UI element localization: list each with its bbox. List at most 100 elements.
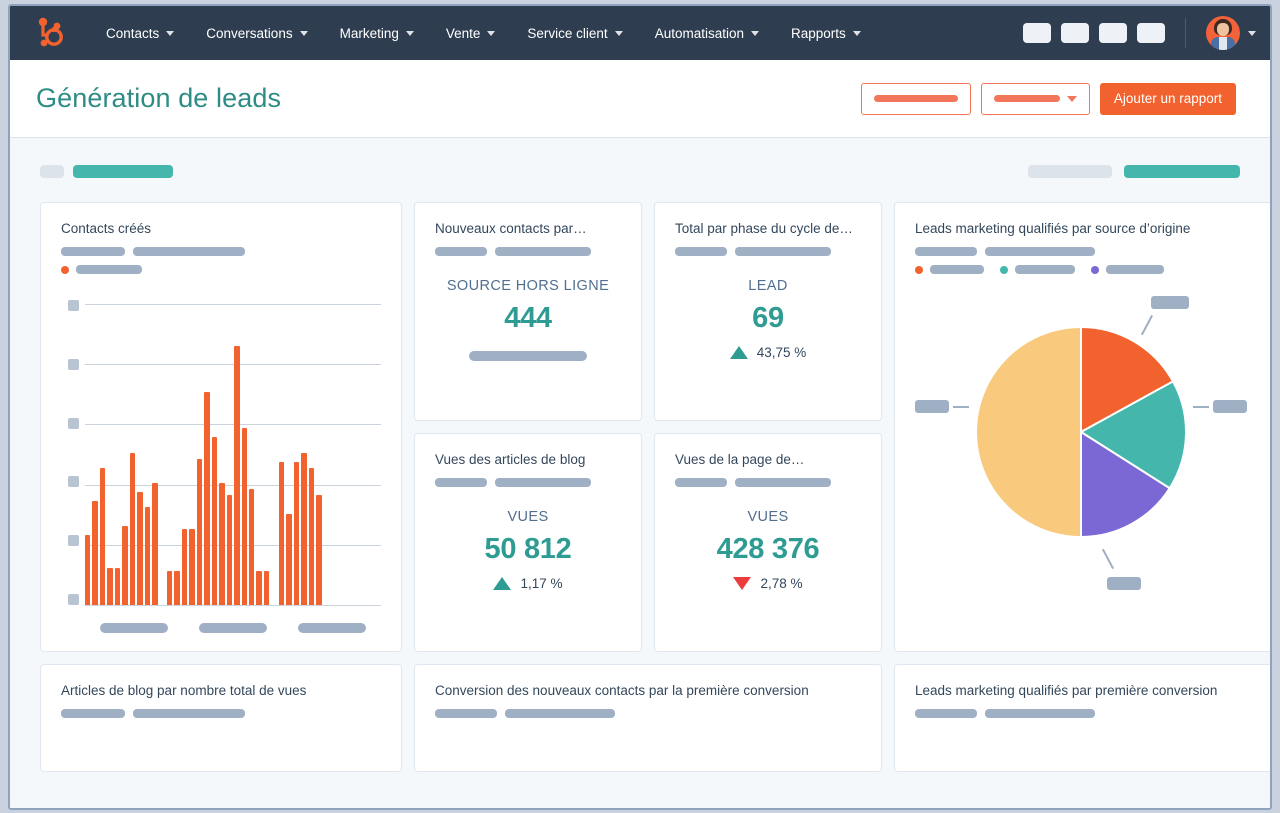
legend-dot-icon (1000, 265, 1008, 274)
bar[interactable] (189, 528, 195, 605)
bar[interactable] (137, 492, 143, 605)
nav-item-conversations[interactable]: Conversations (190, 18, 323, 49)
bar-series (85, 300, 381, 605)
nav-action-icon-4[interactable] (1137, 23, 1165, 43)
card-subtitle-placeholder (435, 709, 861, 718)
bar[interactable] (241, 428, 247, 605)
bar[interactable] (256, 571, 262, 605)
card-page-views: Vues de la page de… VUES 428 376 2,78 % (654, 433, 882, 652)
bar[interactable] (301, 452, 307, 605)
nav-item-automatisation[interactable]: Automatisation (639, 18, 775, 49)
chevron-down-icon (614, 30, 623, 36)
bar[interactable] (278, 461, 285, 605)
avatar[interactable] (1206, 16, 1240, 50)
bar[interactable] (144, 507, 151, 605)
card-title: Total par phase du cycle de… (675, 221, 853, 236)
nav-item-service-client[interactable]: Service client (511, 18, 638, 49)
nav-item-rapports[interactable]: Rapports (775, 18, 877, 49)
chevron-down-icon (1248, 30, 1256, 36)
bar[interactable] (263, 571, 270, 605)
kpi-value: 50 812 (484, 533, 572, 565)
y-tick (67, 593, 79, 605)
card-blog-views: Vues des articles de blog VUES 50 812 1,… (414, 433, 642, 652)
bar[interactable] (122, 525, 128, 605)
bar[interactable] (166, 571, 173, 605)
card-title: Conversion des nouveaux contacts par la … (435, 683, 809, 698)
triangle-up-icon (493, 577, 512, 590)
x-label-placeholder (198, 623, 267, 633)
pie-chart (915, 282, 1255, 612)
card-conversion-first: Conversion des nouveaux contacts par la … (414, 664, 882, 772)
bar[interactable] (226, 495, 233, 605)
bar[interactable] (92, 501, 98, 605)
bar[interactable] (211, 437, 218, 605)
placeholder-bar (61, 709, 125, 718)
filter-chip-inactive[interactable] (40, 164, 64, 178)
bar[interactable] (248, 489, 255, 605)
kpi-delta: 1,17 % (435, 576, 621, 591)
nav-action-icon-2[interactable] (1061, 23, 1089, 43)
bar[interactable] (152, 483, 158, 605)
pie-slice[interactable] (975, 325, 1082, 539)
nav-item-label: Rapports (791, 25, 846, 41)
kpi-label: LEAD (748, 278, 788, 294)
bar[interactable] (204, 391, 210, 605)
bar[interactable] (174, 571, 180, 605)
bar[interactable] (196, 458, 203, 605)
nav-action-icon-1[interactable] (1023, 23, 1051, 43)
bar[interactable] (181, 528, 188, 605)
nav-item-marketing[interactable]: Marketing (324, 18, 430, 49)
bar[interactable] (99, 467, 106, 605)
button-label-placeholder (993, 95, 1060, 102)
bar[interactable] (293, 461, 300, 605)
card-subtitle-placeholder (915, 247, 1255, 256)
filter-chip-active[interactable] (73, 164, 173, 178)
nav-item-label: Conversations (206, 25, 293, 41)
nav-item-label: Service client (527, 25, 608, 41)
hubspot-sprocket-logo-icon[interactable] (32, 16, 68, 50)
chevron-down-icon (405, 30, 414, 36)
button-label-placeholder (873, 95, 958, 102)
bar[interactable] (219, 483, 225, 605)
pie-callout-label (915, 400, 949, 413)
legend-item[interactable] (61, 265, 142, 274)
bar[interactable] (316, 495, 322, 605)
bar[interactable] (286, 513, 292, 605)
nav-item-vente[interactable]: Vente (430, 18, 512, 49)
card-title: Leads marketing qualifiés par première c… (915, 683, 1218, 698)
placeholder-bar (133, 709, 245, 718)
filter-bar (40, 160, 1240, 182)
card-title: Vues des articles de blog (435, 452, 586, 467)
bar[interactable] (129, 452, 136, 605)
chevron-down-icon (1066, 95, 1077, 102)
bar[interactable] (114, 568, 121, 605)
header-actions: Ajouter un rapport (860, 82, 1236, 115)
y-tick (67, 417, 79, 429)
bar-chart (61, 298, 381, 633)
secondary-action-button[interactable] (860, 82, 971, 115)
legend-item[interactable] (1091, 265, 1164, 274)
bar[interactable] (85, 534, 91, 605)
legend-item[interactable] (915, 265, 984, 274)
nav-action-icon-3[interactable] (1099, 23, 1127, 43)
card-lifecycle-total: Total par phase du cycle de… LEAD 69 43,… (654, 202, 882, 421)
bar[interactable] (308, 467, 315, 605)
dropdown-action-button[interactable] (980, 82, 1090, 115)
filter-chip-primary[interactable] (1124, 164, 1240, 178)
bar-chart-plot-area (85, 298, 381, 633)
bar[interactable] (234, 345, 240, 605)
page-title: Génération de leads (36, 83, 282, 113)
dashboard-body: Contacts créés Nouveaux contacts par… SO… (10, 138, 1270, 808)
nav-item-contacts[interactable]: Contacts (90, 18, 190, 49)
legend-item[interactable] (1000, 265, 1075, 274)
bar[interactable] (107, 568, 113, 605)
card-blog-posts-by-views: Articles de blog par nombre total de vue… (40, 664, 402, 772)
dashboard-grid: Contacts créés Nouveaux contacts par… SO… (40, 202, 1270, 652)
placeholder-bar (61, 247, 125, 256)
filter-chip-secondary[interactable] (1028, 164, 1112, 178)
legend-label-placeholder (1015, 265, 1075, 274)
placeholder-bar (435, 709, 497, 718)
account-menu[interactable] (1206, 16, 1256, 50)
avatar-face (1217, 23, 1229, 36)
add-report-button[interactable]: Ajouter un rapport (1099, 82, 1236, 115)
